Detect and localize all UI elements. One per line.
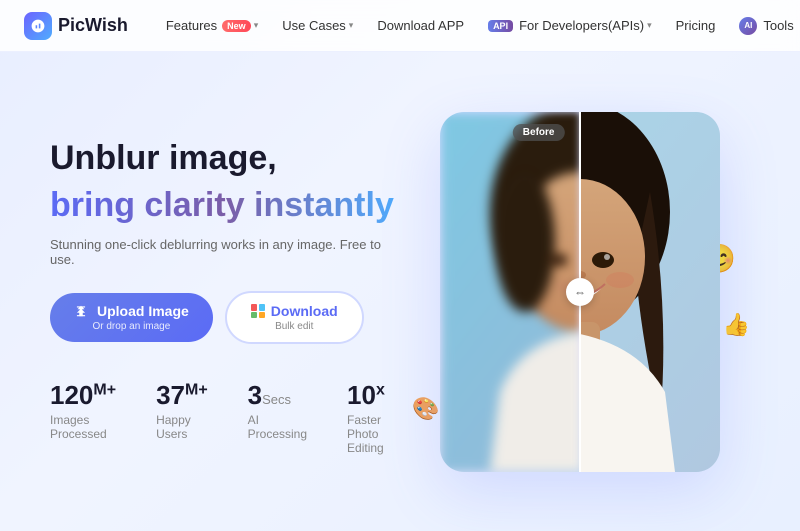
logo-icon (24, 12, 52, 40)
before-label: Before (513, 124, 565, 141)
upload-sub-label: Or drop an image (92, 321, 170, 332)
comparison-image: ⇔ (440, 112, 720, 472)
hero-image-section: ✦ ✦ 🧘 😊 👍 🎨 Before After (400, 82, 760, 502)
navbar: PicWish Features New ▾ Use Cases ▾ Downl… (0, 0, 800, 52)
thumbsup-decoration: 👍 (723, 312, 750, 338)
stat-label-images: Images Processed (50, 413, 116, 441)
stats-section: 120M+ Images Processed 37M+ Happy Users … (50, 380, 400, 455)
nav-features[interactable]: Features New ▾ (156, 12, 268, 39)
hero-content: Unblur image, bring clarity instantly St… (50, 128, 400, 456)
stat-label-ai: AI Processing (248, 413, 307, 441)
hero-title-line1: Unblur image, (50, 138, 400, 179)
nav-developers[interactable]: API For Developers(APIs) ▾ (478, 12, 662, 39)
stat-faster-editing: 10x Faster Photo Editing (347, 380, 400, 455)
logo-text: PicWish (58, 15, 128, 36)
image-wrapper: Before After (440, 112, 720, 472)
hero-title-line2: bring clarity instantly (50, 185, 400, 226)
hero-subtitle: Stunning one-click deblurring works in a… (50, 237, 400, 267)
stat-happy-users: 37M+ Happy Users (156, 380, 208, 455)
tools-decoration: 🎨 (412, 396, 439, 422)
nav-use-cases[interactable]: Use Cases ▾ (272, 12, 363, 39)
after-half (580, 112, 720, 472)
upload-button[interactable]: Upload Image Or drop an image (50, 293, 213, 342)
nav-download[interactable]: Download APP (367, 12, 474, 39)
hero-buttons: Upload Image Or drop an image Download B… (50, 291, 400, 344)
before-half (440, 112, 580, 472)
divider-handle[interactable]: ⇔ (566, 278, 594, 306)
stat-images-processed: 120M+ Images Processed (50, 380, 116, 455)
nav-pricing[interactable]: Pricing (666, 12, 726, 39)
logo[interactable]: PicWish (24, 12, 128, 40)
download-sub-label: Bulk edit (275, 321, 313, 332)
stat-ai-processing: 3Secs AI Processing (248, 380, 307, 455)
nav-tools[interactable]: AI Tools (729, 11, 800, 41)
download-button[interactable]: Download Bulk edit (225, 291, 364, 344)
nav-items: Features New ▾ Use Cases ▾ Download APP … (156, 11, 800, 41)
stat-label-users: Happy Users (156, 413, 208, 441)
hero-section: Unblur image, bring clarity instantly St… (0, 52, 800, 531)
windows-icon (251, 304, 265, 318)
stat-label-faster: Faster Photo Editing (347, 413, 400, 455)
